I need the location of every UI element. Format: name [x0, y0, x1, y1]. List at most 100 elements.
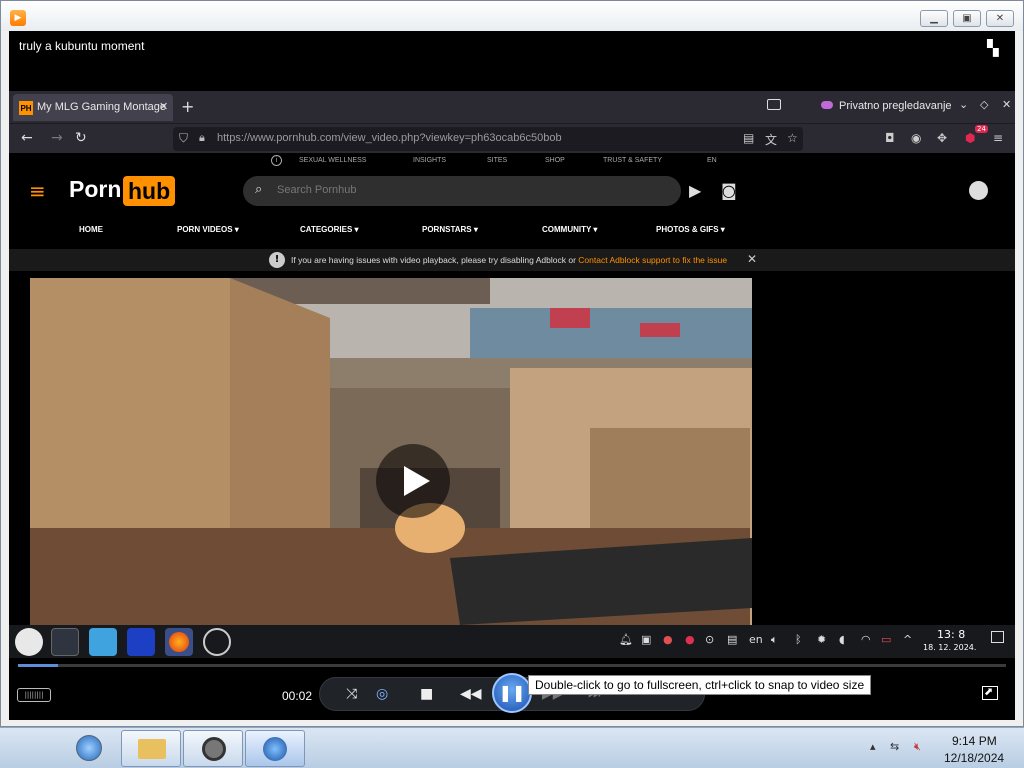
top-link[interactable]: INSIGHTS: [413, 157, 446, 164]
host-taskbar: ▴ ⇆ 🔇︎ 9:14 PM 12/18/2024: [0, 727, 1024, 768]
tray-expand-icon[interactable]: ^: [903, 633, 912, 646]
nav-pornstars[interactable]: PORNSTARS ▾: [422, 225, 478, 234]
reader-view-icon[interactable]: ▤: [743, 131, 754, 145]
player-window: ▶ ▁ ▣ ✕ truly a kubuntu moment ▚ PH My M…: [0, 0, 1024, 727]
maximize-button[interactable]: ▣: [953, 10, 981, 27]
shield-icon[interactable]: ⛉: [179, 131, 188, 146]
tab-close-icon[interactable]: ✕: [159, 100, 168, 113]
fullscreen-arrow-icon: ⬈: [984, 685, 994, 698]
seek-bar[interactable]: [18, 664, 1006, 667]
tray-up-arrow-icon[interactable]: ▴: [870, 740, 876, 753]
nav-community[interactable]: COMMUNITY ▾: [542, 225, 597, 234]
forward-icon[interactable]: →: [51, 130, 63, 146]
embedded-video-player[interactable]: [30, 278, 752, 625]
loop-icon[interactable]: ◎: [376, 686, 388, 702]
game-icon[interactable]: ▣: [641, 633, 651, 646]
big-play-button[interactable]: [376, 444, 450, 518]
close-button[interactable]: ✕: [986, 10, 1014, 27]
tooltip: Double-click to go to fullscreen, ctrl+c…: [528, 675, 872, 695]
lock-icon[interactable]: 🔒︎: [199, 131, 205, 145]
adblock-support-link[interactable]: Contact Adblock support to fix the issue: [578, 255, 727, 265]
browser-close-icon[interactable]: ✕: [1002, 98, 1011, 111]
bookmark-star-icon[interactable]: ☆: [787, 131, 798, 145]
tab-manager-icon[interactable]: [767, 99, 781, 110]
clipboard-icon[interactable]: ▤: [727, 633, 737, 646]
kde-launcher-icon[interactable]: [15, 628, 43, 656]
site-logo-text[interactable]: Porn: [69, 176, 121, 203]
play-icon: [404, 466, 430, 496]
keyboard-layout[interactable]: en: [749, 633, 763, 646]
obs-icon[interactable]: [203, 628, 231, 656]
bluetooth-icon[interactable]: ᛒ: [795, 633, 802, 646]
updates-icon[interactable]: ⊙: [705, 633, 714, 646]
browser-tab[interactable]: PH My MLG Gaming Montage ✕: [13, 94, 173, 121]
hamburger-menu-icon[interactable]: ≡: [29, 179, 46, 203]
new-tab-icon[interactable]: +: [181, 97, 194, 116]
url-bar[interactable]: ⛉ 🔒︎ https://www.pornhub.com/view_video.…: [173, 127, 803, 151]
seek-progress: [18, 664, 58, 667]
alert-close-icon[interactable]: ✕: [747, 252, 757, 266]
camera-icon[interactable]: ◙: [721, 181, 737, 200]
back-icon[interactable]: ←: [21, 130, 33, 146]
player-app-icon: ▶: [10, 10, 26, 26]
show-desktop-icon[interactable]: [991, 631, 1004, 643]
menu-icon[interactable]: ≡: [993, 131, 1003, 145]
volume-slider[interactable]: ||||||||: [17, 688, 51, 702]
tab-title: My MLG Gaming Montage: [37, 101, 166, 113]
file-manager-icon[interactable]: [89, 628, 117, 656]
top-link[interactable]: SITES: [487, 157, 507, 164]
firefox-icon[interactable]: [165, 628, 193, 656]
recorded-clock-time[interactable]: 13: 8: [937, 628, 965, 641]
host-clock-date[interactable]: 12/18/2024: [944, 751, 1004, 765]
search-icon: ⌕: [255, 182, 263, 197]
mic-icon[interactable]: ◖: [839, 633, 845, 646]
recorded-browser: PH My MLG Gaming Montage ✕ + Privatno pr…: [9, 91, 1015, 625]
chevron-down-icon[interactable]: ⌄: [959, 98, 968, 111]
battery-icon[interactable]: ▭: [881, 633, 891, 646]
playlist-icon[interactable]: ▚: [987, 39, 1007, 57]
pocket-icon[interactable]: ◘: [885, 131, 895, 145]
minimize-button[interactable]: ▁: [920, 10, 948, 27]
rewind-icon[interactable]: ◀◀: [460, 686, 482, 702]
video-surface[interactable]: truly a kubuntu moment ▚ PH My MLG Gamin…: [9, 31, 1015, 658]
terminal-icon[interactable]: [51, 628, 79, 656]
discover-icon[interactable]: [127, 628, 155, 656]
wifi-icon[interactable]: ◠: [861, 633, 871, 646]
nav-categories[interactable]: CATEGORIES ▾: [300, 225, 359, 234]
stop-record-icon[interactable]: ●: [685, 633, 695, 646]
site-logo-badge[interactable]: hub: [123, 176, 176, 206]
ublock-icon[interactable]: ⬢: [965, 131, 975, 145]
taskbar-explorer-button[interactable]: [121, 730, 181, 767]
nav-home[interactable]: HOME: [79, 225, 103, 234]
taskbar-player-button[interactable]: [245, 730, 305, 767]
extensions-icon[interactable]: ✥: [937, 131, 947, 145]
bell-icon[interactable]: 🔔︎: [619, 633, 633, 646]
window-titlebar[interactable]: ▶ ▁ ▣ ✕: [1, 1, 1023, 31]
network-icon[interactable]: ⇆: [890, 740, 899, 753]
shuffle-icon[interactable]: ⤨: [346, 686, 357, 702]
top-link[interactable]: SHOP: [545, 157, 565, 164]
top-link[interactable]: SEXUAL WELLNESS: [299, 157, 366, 164]
volume-muted-icon[interactable]: 🔇︎: [914, 740, 921, 754]
pause-button[interactable]: ❚❚: [492, 673, 532, 713]
taskbar-raccoon-app-button[interactable]: [183, 730, 243, 767]
user-avatar-icon[interactable]: [969, 181, 988, 200]
safari-icon[interactable]: [76, 735, 102, 761]
stop-icon[interactable]: ■: [420, 686, 433, 702]
translate-icon[interactable]: 文: [765, 131, 777, 148]
diamond-icon[interactable]: ◇: [980, 98, 988, 111]
account-icon[interactable]: ◉: [911, 131, 921, 145]
recorded-taskbar: 🔔︎ ▣ ● ● ⊙ ▤ en 🔈︎ ᛒ ✹ ◖ ◠ ▭ ^ 13: 8 18.…: [9, 625, 1015, 658]
reload-icon[interactable]: ↻: [75, 130, 87, 146]
record-icon[interactable]: ●: [663, 633, 673, 646]
nav-photos-gifs[interactable]: PHOTOS & GIFS ▾: [656, 225, 725, 234]
nav-porn-videos[interactable]: PORN VIDEOS ▾: [177, 225, 239, 234]
video-upload-icon[interactable]: ▶︎: [689, 181, 701, 200]
recorded-clock-date[interactable]: 18. 12. 2024.: [923, 643, 976, 652]
top-link[interactable]: TRUST & SAFETY: [603, 157, 662, 164]
volume-icon[interactable]: 🔈︎: [771, 633, 778, 647]
top-link[interactable]: EN: [707, 157, 717, 164]
host-clock-time[interactable]: 9:14 PM: [952, 734, 997, 748]
site-search-input[interactable]: ⌕ Search Pornhub: [243, 176, 681, 206]
brightness-icon[interactable]: ✹: [817, 633, 826, 646]
